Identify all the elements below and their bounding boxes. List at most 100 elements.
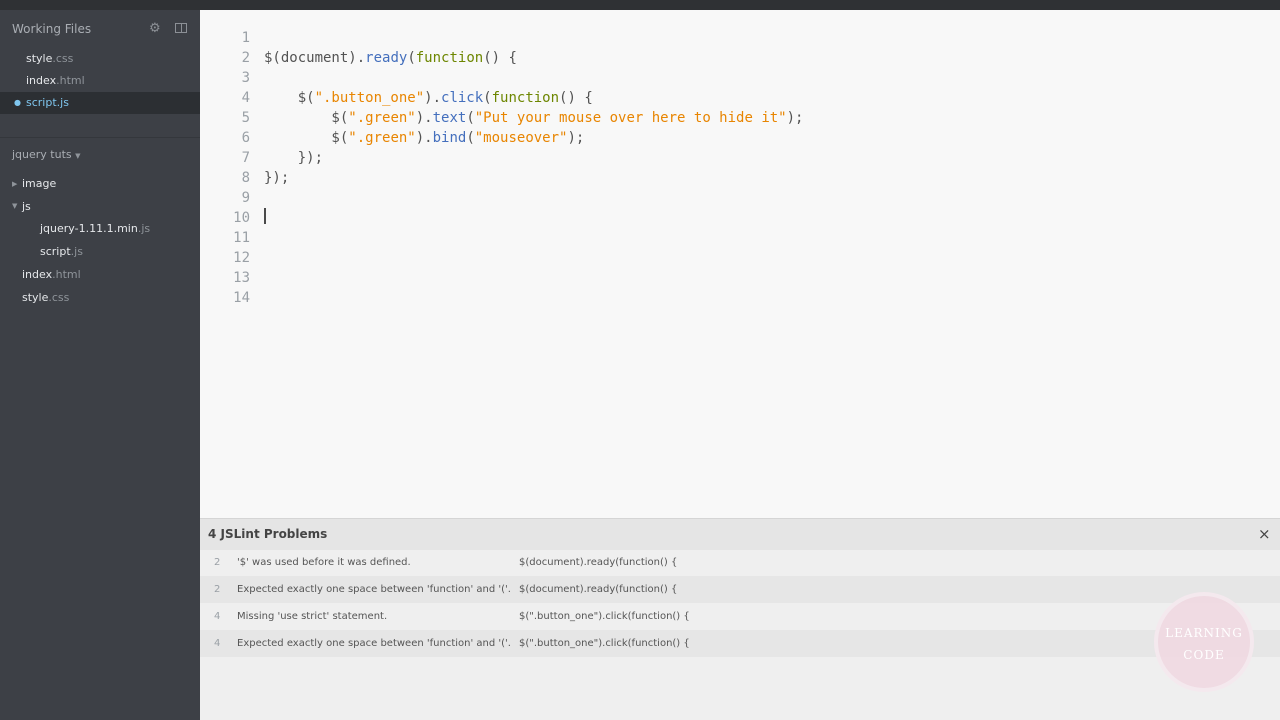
code-token: $(	[264, 90, 315, 106]
code-token: $(	[264, 110, 349, 126]
text-cursor	[264, 208, 266, 224]
learning-code-watermark-logo: LEARNING CODE	[1154, 592, 1254, 692]
problem-line: 4	[214, 638, 221, 649]
code-token: ).	[424, 90, 442, 106]
line-number: 12	[233, 250, 250, 266]
problem-message: Expected exactly one space between 'func…	[237, 638, 511, 649]
file-base: style	[22, 291, 49, 304]
window-top-bar	[0, 0, 1280, 10]
line-number: 9	[241, 190, 250, 206]
tree-file-jquery[interactable]: jquery-1.11.1.min.js	[40, 219, 150, 239]
tree-file-script-js[interactable]: script.js	[40, 242, 83, 262]
code-editor[interactable]: 1 2 3 4 5 6 7 8 9 10 11 12 13 14 $(document).ready(fu…	[200, 10, 1280, 518]
file-ext: .js	[137, 222, 151, 235]
code-token: ".green"	[348, 110, 416, 126]
panel-title: 4 JSLint Problems	[208, 527, 328, 541]
problem-source: $(document).ready(function() {	[519, 584, 678, 595]
code-token: "Put your mouse over here to hide it"	[474, 110, 787, 126]
code-token: () {	[559, 90, 593, 106]
code-line: $(".green").bind("mouseover");	[264, 128, 803, 148]
code-token: (	[466, 110, 475, 126]
working-files-title: Working Files	[12, 22, 92, 36]
code-area[interactable]: $(document).ready(function() { $(".butto…	[264, 28, 803, 308]
tree-file-style-css[interactable]: style.css	[22, 288, 69, 308]
file-ext: .css	[52, 52, 74, 65]
working-file-style-css[interactable]: style.css	[0, 48, 200, 70]
working-file-script-js[interactable]: ● script.js	[0, 92, 200, 114]
problem-row[interactable]: 2 Expected exactly one space between 'fu…	[200, 576, 1280, 603]
problem-row[interactable]: 4 Missing 'use strict' statement. $(".bu…	[200, 603, 1280, 630]
split-view-icon[interactable]	[175, 23, 187, 33]
problem-row[interactable]: 4 Expected exactly one space between 'fu…	[200, 630, 1280, 657]
code-token: );	[786, 110, 804, 126]
project-title[interactable]: jquery tuts ▼	[12, 148, 81, 161]
code-token: "mouseover"	[474, 130, 568, 146]
sidebar-divider	[0, 137, 200, 138]
code-token: ).	[415, 110, 433, 126]
code-token: function	[415, 50, 484, 66]
code-token: (	[466, 130, 475, 146]
file-ext: .css	[48, 291, 70, 304]
code-token: (	[483, 90, 492, 106]
file-ext: .html	[56, 74, 85, 87]
file-base: script	[40, 245, 71, 258]
chevron-down-icon: ▼	[75, 152, 81, 160]
tree-file-index-html[interactable]: index.html	[22, 265, 81, 285]
line-number: 3	[241, 70, 250, 86]
close-icon[interactable]: ×	[1258, 525, 1271, 543]
file-base: script	[26, 96, 57, 109]
working-file-index-html[interactable]: index.html	[0, 70, 200, 92]
active-dot-icon: ●	[14, 98, 21, 107]
line-number-gutter: 1 2 3 4 5 6 7 8 9 10 11 12 13 14	[220, 28, 250, 308]
code-line: });	[264, 168, 803, 188]
file-base: jquery-1.11.1.min	[40, 222, 138, 235]
line-number: 6	[241, 130, 250, 146]
code-token: ".button_one"	[314, 90, 425, 106]
folder-js[interactable]: js	[22, 197, 31, 217]
problem-message: Expected exactly one space between 'func…	[237, 584, 511, 595]
panel-header: 4 JSLint Problems ×	[200, 518, 1280, 550]
line-number: 1	[241, 30, 250, 46]
code-token: );	[567, 130, 585, 146]
problem-source: $(".button_one").click(function() {	[519, 611, 690, 622]
code-token: (	[407, 50, 416, 66]
problem-message: Missing 'use strict' statement.	[237, 611, 388, 622]
line-number: 5	[241, 110, 250, 126]
file-base: index	[22, 268, 53, 281]
line-number: 10	[233, 210, 250, 226]
gear-icon[interactable]: ⚙	[149, 21, 161, 36]
code-token: $(	[264, 130, 349, 146]
line-number: 8	[241, 170, 250, 186]
problem-row[interactable]: 2 '$' was used before it was defined. $(…	[200, 549, 1280, 576]
chevron-right-icon[interactable]: ▶	[12, 180, 17, 188]
line-number: 4	[241, 90, 250, 106]
code-line: $(document).ready(function() {	[264, 48, 803, 68]
file-ext: .js	[70, 245, 83, 258]
file-base: style	[26, 52, 53, 65]
file-base: index	[26, 74, 57, 87]
problem-source: $(".button_one").click(function() {	[519, 638, 690, 649]
folder-image[interactable]: image	[22, 174, 56, 194]
file-ext: .js	[56, 96, 69, 109]
code-token: ".green"	[348, 130, 416, 146]
project-name: jquery tuts	[12, 148, 72, 161]
code-token: ).	[415, 130, 433, 146]
code-token: });	[264, 170, 290, 186]
chevron-down-icon[interactable]: ▼	[12, 202, 17, 210]
code-line: $(".button_one").click(function() {	[264, 88, 803, 108]
line-number: 11	[233, 230, 250, 246]
file-ext: .html	[52, 268, 81, 281]
line-number: 7	[241, 150, 250, 166]
code-token: ready	[365, 50, 408, 66]
code-token: text	[432, 110, 467, 126]
code-token: $(document).	[264, 50, 366, 66]
line-number: 13	[233, 270, 250, 286]
watermark-text-line1: LEARNING	[1165, 626, 1243, 640]
